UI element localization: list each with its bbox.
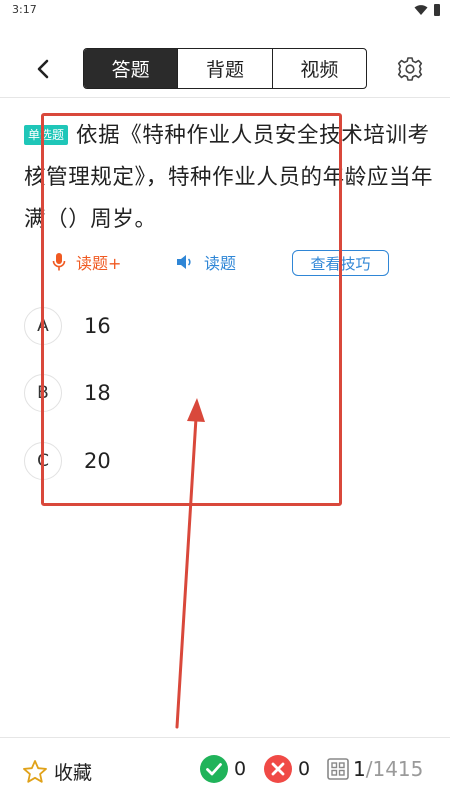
status-time: 3:17 xyxy=(12,3,37,16)
tool-row: 读题+ 读题 查看技巧 xyxy=(52,250,392,276)
option-letter: C xyxy=(24,442,62,480)
settings-icon xyxy=(397,57,423,81)
status-icons xyxy=(414,4,440,16)
option-b[interactable]: B 18 xyxy=(24,373,404,413)
read-plus-label: 读题+ xyxy=(76,254,122,273)
option-text: 18 xyxy=(84,381,111,405)
option-letter: B xyxy=(24,374,62,412)
question-block: 单选题 依据《特种作业人员安全技术培训考核管理规定》，特种作业人员的年龄应当年满（… xyxy=(24,115,434,241)
wifi-icon xyxy=(414,5,428,15)
option-c[interactable]: C 20 xyxy=(24,441,404,481)
favorite-button[interactable]: 收藏 xyxy=(22,758,92,785)
back-icon xyxy=(37,59,49,79)
favorite-label: 收藏 xyxy=(54,762,93,784)
cross-icon xyxy=(264,755,292,783)
correct-count-value: 0 xyxy=(234,758,247,780)
read-plus-button[interactable]: 读题+ xyxy=(52,250,121,274)
grid-icon xyxy=(327,758,349,780)
read-aloud-button[interactable]: 读题 xyxy=(176,250,236,274)
bottom-bar: 收藏 0 0 1/1415 xyxy=(0,737,450,800)
wrong-count-value: 0 xyxy=(298,758,311,780)
progress-total: /1415 xyxy=(365,757,424,781)
question-progress[interactable]: 1/1415 xyxy=(327,757,423,781)
nav-bar: 答题 背题 视频 xyxy=(0,40,450,98)
question-text: 单选题 依据《特种作业人员安全技术培训考核管理规定》，特种作业人员的年龄应当年满（… xyxy=(24,115,434,241)
option-text: 16 xyxy=(84,314,111,338)
tab-video[interactable]: 视频 xyxy=(271,49,366,88)
speaker-icon xyxy=(177,255,191,269)
status-bar: 3:17 xyxy=(0,0,450,22)
star-icon xyxy=(23,759,47,783)
correct-count: 0 xyxy=(200,755,246,783)
option-a[interactable]: A 16 xyxy=(24,306,404,346)
view-tips-button[interactable]: 查看技巧 xyxy=(292,250,389,276)
mic-icon xyxy=(52,253,66,271)
option-text: 20 xyxy=(84,449,111,473)
mode-tabs: 答题 背题 视频 xyxy=(83,48,367,89)
question-stem: 依据《特种作业人员安全技术培训考核管理规定》，特种作业人员的年龄应当年满（）周岁… xyxy=(24,123,434,232)
option-letter: A xyxy=(24,307,62,345)
check-icon xyxy=(200,755,228,783)
back-button[interactable] xyxy=(28,54,58,84)
tab-answer[interactable]: 答题 xyxy=(84,49,178,88)
read-aloud-label: 读题 xyxy=(204,254,237,273)
progress-current: 1 xyxy=(353,757,366,781)
tab-memorize[interactable]: 背题 xyxy=(177,49,271,88)
question-type-badge: 单选题 xyxy=(24,125,69,145)
wrong-count: 0 xyxy=(264,755,310,783)
battery-icon xyxy=(434,4,440,16)
settings-button[interactable] xyxy=(396,55,424,83)
